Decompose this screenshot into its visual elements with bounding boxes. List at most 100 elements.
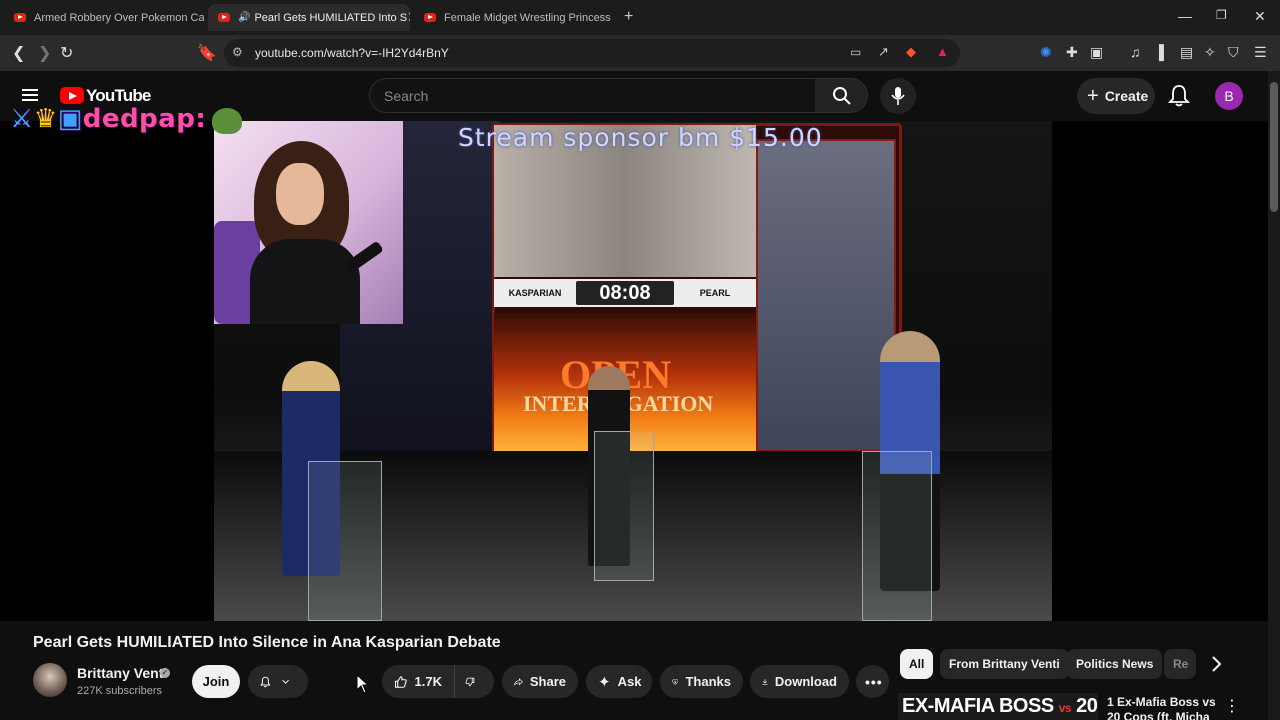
thumbs-up-icon [394, 675, 407, 688]
chevron-down-icon [282, 679, 289, 684]
thumbs-down-icon [465, 677, 475, 686]
join-button[interactable]: Join [192, 665, 240, 698]
recommendation-thumbnail[interactable]: EX-MAFIA BOSS vs 20 COPS [898, 693, 1098, 720]
debate-scoreboard: KASPARIAN 08:08 PEARL [494, 279, 756, 307]
podium-center [594, 431, 654, 581]
bell-icon [260, 676, 271, 687]
plus-icon: + [1087, 84, 1099, 107]
like-count: 1.7K [414, 674, 442, 689]
extensions-icon[interactable]: ✚ [1066, 44, 1078, 61]
download-icon [762, 678, 768, 685]
streamer-face [276, 163, 324, 225]
sword-badge-icon: ⚔ [10, 104, 34, 134]
url-text: youtube.com/watch?v=-IH2Yd4rBnY [255, 46, 449, 60]
site-info-icon[interactable]: ⚙ [232, 45, 243, 59]
sparkle-icon: ✦ [598, 673, 611, 691]
search-input[interactable] [384, 88, 784, 104]
share-label: Share [529, 674, 566, 689]
crown-badge-icon: ♛ [33, 104, 58, 134]
notifications-bell-icon[interactable] [1168, 84, 1190, 108]
verified-badge-icon: ✓ [160, 668, 170, 678]
chip-politics-news[interactable]: Politics News [1067, 649, 1163, 679]
ask-button[interactable]: ✦ Ask [586, 665, 652, 698]
podium-right [862, 451, 932, 621]
browser-tab-strip: Armed Robbery Over Pokemon Card 🔊 Pearl … [0, 0, 1280, 35]
sidebar-icon[interactable]: ▐ [1154, 44, 1164, 60]
recommendation-title[interactable]: 1 Ex-Mafia Boss vs 20 Cops (ft. Micha [1107, 695, 1217, 720]
chevron-right-icon[interactable] [1204, 652, 1228, 676]
restore-icon[interactable]: ❐ [1216, 8, 1227, 22]
address-bar[interactable]: ⚙ youtube.com/watch?v=-IH2Yd4rBnY ▭ ↗ ◆ … [224, 39, 960, 67]
reader-icon[interactable]: ▣ [1090, 44, 1103, 61]
page-scrollbar-thumb[interactable] [1270, 82, 1278, 212]
sponsor-overlay: Stream sponsor bm $15.00 [458, 123, 823, 152]
more-vertical-icon[interactable]: ⋮ [1224, 696, 1240, 716]
video-title: Pearl Gets HUMILIATED Into Silence in An… [33, 634, 501, 651]
close-tab-icon[interactable]: ✕ [407, 9, 410, 26]
thanks-button[interactable]: $ Thanks [660, 665, 743, 698]
channel-avatar[interactable] [33, 663, 67, 697]
chip-all[interactable]: All [900, 649, 934, 679]
reload-icon[interactable]: ↻ [60, 43, 73, 63]
scoreboard-left-name: KASPARIAN [508, 288, 562, 298]
search-button[interactable] [815, 78, 868, 113]
brave-shield-icon[interactable]: ◆ [906, 44, 916, 60]
minimize-icon[interactable]: — [1178, 8, 1192, 24]
voice-search-button[interactable] [880, 78, 916, 114]
new-tab-icon[interactable]: + [624, 8, 633, 26]
youtube-favicon-icon [424, 13, 436, 22]
streamer-body [250, 239, 360, 324]
ask-label: Ask [617, 674, 642, 689]
more-actions-button[interactable]: ••• [856, 665, 889, 698]
share-button[interactable]: Share [502, 665, 578, 698]
more-horizontal-icon: ••• [865, 673, 883, 690]
account-avatar[interactable]: B [1215, 82, 1243, 110]
create-label: Create [1104, 88, 1149, 104]
like-button[interactable]: 1.7K [382, 665, 454, 698]
window-close-icon[interactable]: ✕ [1254, 8, 1266, 25]
chip-from-channel[interactable]: From Brittany Venti [940, 649, 1069, 679]
tab-female-wrestling[interactable]: Female Midget Wrestling Princess Lit [414, 4, 614, 31]
tab-armed-robbery[interactable]: Armed Robbery Over Pokemon Card [4, 4, 204, 31]
share-icon [514, 677, 523, 685]
youtube-logo-icon[interactable] [60, 87, 84, 104]
bookmark-icon[interactable]: 🔖 [197, 43, 217, 63]
stage-screen-right [756, 139, 896, 452]
tab-label: Armed Robbery Over Pokemon Card [34, 11, 204, 24]
thumbnail-text: EX-MAFIA BOSS vs 20 COPS [902, 695, 1098, 720]
video-player[interactable]: KASPARIAN 08:08 PEARL OPEN INTERROGATION… [0, 121, 1268, 621]
vpn-icon[interactable]: ✺ [1040, 44, 1052, 61]
subscribed-bell-button[interactable] [248, 665, 308, 698]
cast-icon[interactable]: ▭ [850, 45, 861, 59]
download-label: Download [774, 674, 837, 689]
back-icon[interactable]: ❮ [12, 43, 25, 63]
create-button[interactable]: + Create [1077, 78, 1155, 114]
share-page-icon[interactable]: ↗ [878, 44, 889, 60]
menu-icon[interactable]: ☰ [1254, 44, 1267, 61]
chip-truncated[interactable]: Re [1164, 649, 1196, 679]
chat-username: dedpap: [82, 104, 207, 134]
forward-icon[interactable]: ❯ [38, 43, 51, 63]
download-button[interactable]: Download [750, 665, 849, 698]
podium-left [308, 461, 382, 621]
frog-emote-icon [212, 108, 242, 134]
media-icon[interactable]: ♫ [1130, 44, 1141, 60]
channel-name[interactable]: Brittany Venti [77, 665, 167, 681]
tab-pearl-gets-humiliated[interactable]: 🔊 Pearl Gets HUMILIATED Into S ✕ [208, 4, 410, 31]
guide-menu-icon[interactable] [22, 89, 38, 101]
streamer-webcam [214, 121, 403, 324]
scoreboard-timer: 08:08 [576, 281, 674, 305]
speaker-icon[interactable]: 🔊 [238, 12, 250, 23]
leo-ai-icon[interactable]: ✧ [1204, 44, 1216, 61]
wallet-icon[interactable]: ▤ [1180, 44, 1193, 61]
super-thanks-icon: $ [672, 678, 679, 685]
vpn-shield-icon[interactable]: ⛉ [1228, 44, 1239, 61]
youtube-logo-text[interactable]: YouTube [86, 86, 151, 106]
search-box[interactable] [369, 78, 816, 113]
brave-rewards-icon[interactable]: ▲ [936, 44, 949, 59]
streamer-chat-tag: ⚔♛▣dedpap: [10, 104, 206, 134]
youtube-favicon-icon [218, 13, 230, 22]
browser-toolbar: ❮ ❯ ↻ 🔖 ⚙ youtube.com/watch?v=-IH2Yd4rBn… [0, 35, 1280, 71]
dislike-button[interactable] [454, 665, 494, 698]
mouse-cursor-icon [356, 674, 370, 694]
